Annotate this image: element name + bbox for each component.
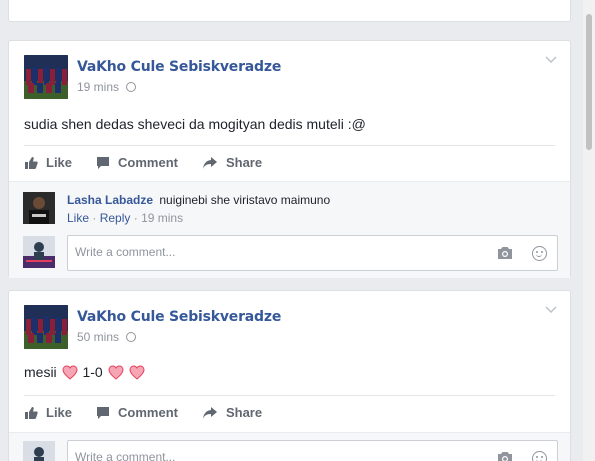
comment-button[interactable]: Comment xyxy=(96,155,178,170)
comment-author[interactable]: Lasha Labadze xyxy=(67,193,153,207)
previous-post-card-bottom xyxy=(8,0,571,22)
globe-icon xyxy=(126,332,137,342)
write-comment-box[interactable] xyxy=(67,440,558,461)
emoji-icon[interactable] xyxy=(532,451,547,461)
comment-label: Comment xyxy=(118,405,178,420)
post-author-name[interactable]: VaKho Cule Sebiskveradze xyxy=(77,59,281,75)
chevron-down-icon[interactable] xyxy=(545,306,557,314)
comment-timestamp[interactable]: 19 mins xyxy=(141,211,183,225)
like-label: Like xyxy=(46,155,73,170)
emoji-icon[interactable] xyxy=(532,246,547,261)
comment-like-link[interactable]: Like xyxy=(67,211,89,225)
post-text: sudia shen dedas sheveci da mogityan ded… xyxy=(24,116,366,132)
share-label: Share xyxy=(225,405,263,420)
post-text-start: mesii xyxy=(24,364,57,380)
author-avatar[interactable] xyxy=(24,55,68,99)
post-action-bar: Like Comment Share xyxy=(24,395,555,429)
post-author-name[interactable]: VaKho Cule Sebiskveradze xyxy=(77,309,281,325)
comment-input[interactable] xyxy=(75,245,455,259)
current-user-avatar xyxy=(23,236,55,268)
post-text-score: 1-0 xyxy=(82,364,103,380)
post-header: VaKho Cule Sebiskveradze 50 mins xyxy=(9,291,570,349)
camera-icon[interactable] xyxy=(497,246,513,260)
current-user-avatar xyxy=(23,441,55,461)
post-card: VaKho Cule Sebiskveradze 50 mins mesii 1… xyxy=(8,290,571,461)
camera-icon[interactable] xyxy=(497,451,513,461)
share-icon xyxy=(202,156,217,169)
like-button[interactable]: Like xyxy=(24,155,72,170)
comment-text: nuiginebi she viristavo maimuno xyxy=(159,193,331,207)
post-timestamp[interactable]: 50 mins xyxy=(77,330,119,344)
post-action-bar: Like Comment Share xyxy=(24,145,555,179)
like-icon xyxy=(25,406,38,419)
share-button[interactable]: Share xyxy=(202,405,262,420)
post-header: VaKho Cule Sebiskveradze 19 mins xyxy=(9,41,570,99)
page-scrollbar[interactable] xyxy=(583,0,595,461)
share-label: Share xyxy=(225,155,263,170)
heart-icon xyxy=(129,365,145,380)
comment-item: Lasha Labadze nuiginebi she viristavo ma… xyxy=(67,193,330,207)
comment-label: Comment xyxy=(118,155,178,170)
comment-reply-link[interactable]: Reply xyxy=(100,211,131,225)
heart-icon xyxy=(62,365,78,380)
comment-actions: Like · Reply · 19 mins xyxy=(67,211,184,225)
globe-icon xyxy=(126,82,137,92)
post-card: VaKho Cule Sebiskveradze 19 mins sudia s… xyxy=(8,40,571,278)
post-meta: 50 mins xyxy=(77,330,137,344)
like-button[interactable]: Like xyxy=(24,405,72,420)
comment-icon xyxy=(97,406,110,419)
comment-input[interactable] xyxy=(75,450,455,461)
comments-section xyxy=(9,432,570,461)
post-timestamp[interactable]: 19 mins xyxy=(77,80,119,94)
author-avatar[interactable] xyxy=(24,305,68,349)
comment-button[interactable]: Comment xyxy=(96,405,178,420)
comments-section: Lasha Labadze nuiginebi she viristavo ma… xyxy=(9,181,570,278)
heart-icon xyxy=(108,365,124,380)
comment-icon xyxy=(97,156,110,169)
write-comment-box[interactable] xyxy=(67,235,558,271)
scrollbar-thumb[interactable] xyxy=(586,14,592,150)
post-meta: 19 mins xyxy=(77,80,137,94)
chevron-down-icon[interactable] xyxy=(545,56,557,64)
post-text: mesii 1-0 xyxy=(24,364,146,380)
share-icon xyxy=(202,406,217,419)
commenter-avatar[interactable] xyxy=(23,192,55,224)
share-button[interactable]: Share xyxy=(202,155,262,170)
like-icon xyxy=(25,156,38,169)
like-label: Like xyxy=(46,405,73,420)
